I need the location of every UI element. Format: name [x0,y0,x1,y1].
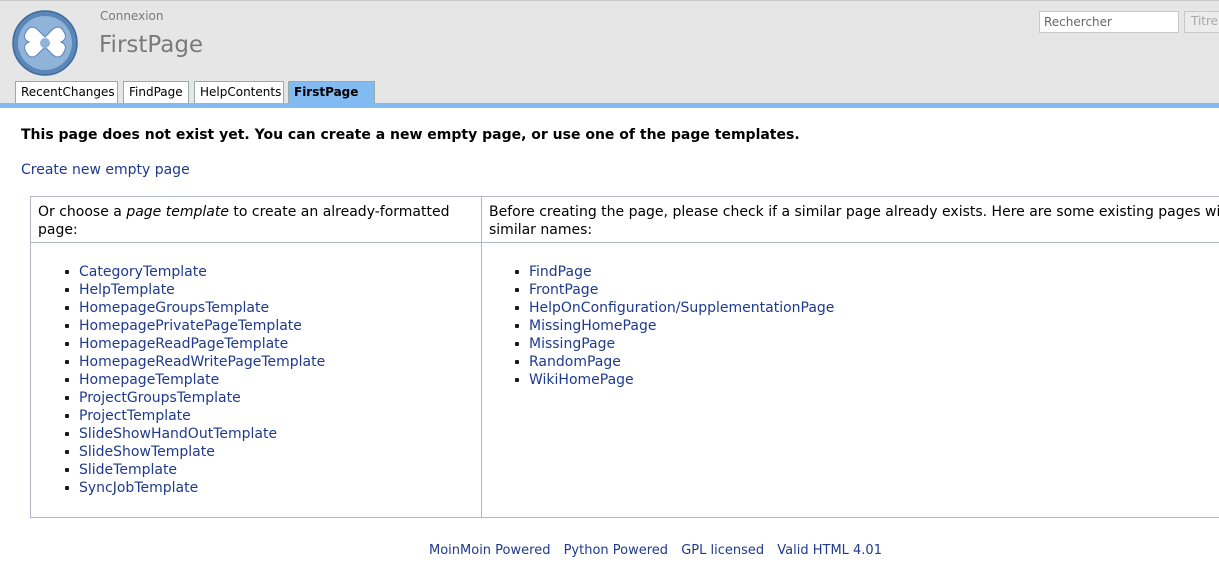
templates-header-text: Or choose a [38,204,127,220]
bullet-icon [65,450,69,454]
bullet-icon [65,306,69,310]
tab-underline [0,103,1219,108]
list-item: HelpOnConfiguration/SupplementationPage [511,299,834,317]
list-item: HomepageTemplate [61,371,325,389]
template-link[interactable]: HelpTemplate [79,282,175,298]
bullet-icon [515,342,519,346]
moinmoin-logo-icon[interactable] [12,10,78,76]
template-link[interactable]: HomepageReadWritePageTemplate [79,354,325,370]
list-item: HomepageReadPageTemplate [61,335,325,353]
bullet-icon [65,288,69,292]
page-link[interactable]: WikiHomePage [529,372,634,388]
list-item: ProjectGroupsTemplate [61,389,325,407]
list-item: HomepageReadWritePageTemplate [61,353,325,371]
bullet-icon [515,324,519,328]
template-link[interactable]: SyncJobTemplate [79,480,198,496]
page-link[interactable]: FindPage [529,264,592,280]
list-item: FrontPage [511,281,834,299]
bullet-icon [65,414,69,418]
column-divider [481,197,482,517]
list-item: ProjectTemplate [61,407,325,425]
similar-pages-list: FindPage FrontPage HelpOnConfiguration/S… [511,263,834,389]
page-link[interactable]: RandomPage [529,354,621,370]
bullet-icon [65,468,69,472]
page-link[interactable]: HelpOnConfiguration/SupplementationPage [529,300,834,316]
template-link[interactable]: ProjectTemplate [79,408,191,424]
page-link[interactable]: MissingHomePage [529,318,656,334]
list-item: SlideShowTemplate [61,443,325,461]
page-options-table: Or choose a page template to create an a… [30,196,1219,518]
list-item: RandomPage [511,353,834,371]
valid-html-link[interactable]: Valid HTML 4.01 [777,543,882,558]
templates-header-emphasis: page template [126,204,229,220]
tab-recentchanges[interactable]: RecentChanges [15,81,118,103]
template-link[interactable]: HomepageReadPageTemplate [79,336,288,352]
bullet-icon [65,432,69,436]
list-item: MissingHomePage [511,317,834,335]
template-link[interactable]: CategoryTemplate [79,264,207,280]
list-item: SyncJobTemplate [61,479,325,497]
template-link[interactable]: HomepageGroupsTemplate [79,300,269,316]
list-item: SlideTemplate [61,461,325,479]
list-item: CategoryTemplate [61,263,325,281]
tab-findpage[interactable]: FindPage [123,81,189,103]
list-item: HomepagePrivatePageTemplate [61,317,325,335]
list-item: WikiHomePage [511,371,834,389]
template-link[interactable]: HomepagePrivatePageTemplate [79,318,302,334]
bullet-icon [515,306,519,310]
bullet-icon [65,342,69,346]
page-link[interactable]: MissingPage [529,336,615,352]
footer: MoinMoin Powered Python Powered GPL lice… [429,543,891,558]
search-input[interactable] [1039,11,1179,33]
templates-header: Or choose a page template to create an a… [38,203,468,239]
moinmoin-powered-link[interactable]: MoinMoin Powered [429,543,550,558]
bullet-icon [515,378,519,382]
list-item: SlideShowHandOutTemplate [61,425,325,443]
template-link[interactable]: HomepageTemplate [79,372,219,388]
template-link[interactable]: SlideShowTemplate [79,444,215,460]
row-divider [31,242,1219,243]
similar-pages-header: Before creating the page, please check i… [489,203,1219,239]
bullet-icon [65,360,69,364]
titles-search-button[interactable]: Titre [1184,11,1219,33]
gpl-licensed-link[interactable]: GPL licensed [681,543,764,558]
similar-pages-header-text: Before creating the page, please check i… [489,204,1219,238]
list-item: HomepageGroupsTemplate [61,299,325,317]
bullet-icon [65,378,69,382]
header: Connexion FirstPage Titre RecentChanges … [0,0,1219,108]
list-item: MissingPage [511,335,834,353]
template-link[interactable]: SlideShowHandOutTemplate [79,426,277,442]
list-item: HelpTemplate [61,281,325,299]
bullet-icon [65,270,69,274]
template-link[interactable]: ProjectGroupsTemplate [79,390,241,406]
bullet-icon [65,396,69,400]
template-list: CategoryTemplate HelpTemplate HomepageGr… [61,263,325,497]
page-link[interactable]: FrontPage [529,282,598,298]
bullet-icon [65,486,69,490]
tab-firstpage[interactable]: FirstPage [288,81,375,103]
tab-helpcontents[interactable]: HelpContents [194,81,284,103]
page-title[interactable]: FirstPage [99,32,203,58]
template-link[interactable]: SlideTemplate [79,462,177,478]
login-link[interactable]: Connexion [100,9,164,23]
bullet-icon [515,288,519,292]
list-item: FindPage [511,263,834,281]
page-missing-notice: This page does not exist yet. You can cr… [21,127,800,143]
bullet-icon [515,360,519,364]
bullet-icon [65,324,69,328]
create-empty-page-link[interactable]: Create new empty page [21,162,190,178]
bullet-icon [515,270,519,274]
python-powered-link[interactable]: Python Powered [564,543,668,558]
